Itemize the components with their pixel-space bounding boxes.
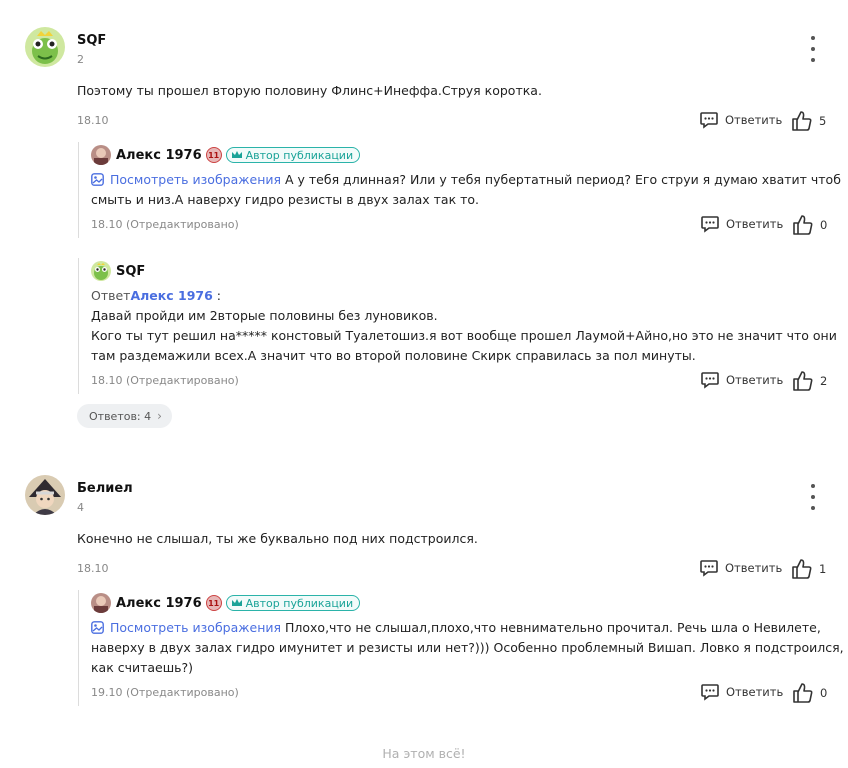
frog-avatar[interactable] xyxy=(91,261,111,281)
like-button[interactable]: 5 xyxy=(791,110,826,132)
show-replies-button[interactable]: Ответов: 4 › xyxy=(77,404,172,428)
reply-text-line: Кого ты тут решил на***** констовый Туал… xyxy=(91,328,837,343)
user-level: 2 xyxy=(77,53,84,66)
like-icon xyxy=(793,371,813,391)
author-badge: Автор публикации xyxy=(225,595,361,611)
reply-text-line: Плохо,что не слышал,плохо,что невнимател… xyxy=(281,620,821,635)
like-count: 1 xyxy=(819,562,827,576)
reply-text-line: наверху в двух залах гидро имунитет и ре… xyxy=(91,640,844,655)
reply-thread: Алекс 1976 11 Автор публикации Посмотрет… xyxy=(78,590,844,706)
reply-label: Ответить xyxy=(726,373,784,387)
reply-label: Ответить xyxy=(726,217,784,231)
like-button[interactable]: 0 xyxy=(792,682,827,704)
reply-date: 19.10 (Отредактировано) xyxy=(91,686,239,699)
comment-author[interactable]: SQF xyxy=(77,33,106,48)
reply-text: ОтветАлекс 1976 : Давай пройди им 2вторы… xyxy=(91,286,837,366)
comment-author[interactable]: Белиел xyxy=(77,481,133,496)
image-icon xyxy=(91,173,104,186)
comment-icon xyxy=(701,216,719,233)
like-icon xyxy=(792,559,812,579)
reply-author[interactable]: Алекс 1976 xyxy=(116,148,202,163)
like-button[interactable]: 1 xyxy=(791,558,826,580)
reply-button[interactable]: Ответить xyxy=(699,110,782,130)
like-icon xyxy=(793,215,813,235)
kebab-icon[interactable] xyxy=(806,484,820,510)
reply-label: Ответить xyxy=(726,685,784,699)
reply-text: Посмотреть изображения Плохо,что не слыш… xyxy=(91,618,844,678)
like-button[interactable]: 2 xyxy=(792,370,827,392)
reply-thread: Алекс 1976 11 Автор публикации Посмотрет… xyxy=(78,142,841,238)
reply-date: 18.10 (Отредактировано) xyxy=(91,374,239,387)
reply-date: 18.10 (Отредактировано) xyxy=(91,218,239,231)
like-count: 0 xyxy=(820,686,828,700)
frog-avatar[interactable] xyxy=(25,27,65,67)
like-count: 0 xyxy=(820,218,828,232)
comment-text: Поэтому ты прошел вторую половину Флинс+… xyxy=(77,83,542,98)
author-badge: Автор публикации xyxy=(225,147,361,163)
reply-text-line: там раздемажили всех.А значит что во вто… xyxy=(91,348,696,363)
image-icon xyxy=(91,621,104,634)
view-images-link[interactable]: Посмотреть изображения xyxy=(110,172,281,187)
kebab-icon[interactable] xyxy=(806,36,820,62)
level-badge: 11 xyxy=(205,147,222,163)
comment-icon xyxy=(701,684,719,701)
reply-text-line: как считаешь?) xyxy=(91,660,194,675)
like-count: 5 xyxy=(819,114,827,128)
reply-text-line: смыть и низ.А наверху гидро резисты в дв… xyxy=(91,192,480,207)
replies-count-label: Ответов: 4 xyxy=(89,409,152,423)
crown-icon xyxy=(231,599,242,606)
answer-suffix: : xyxy=(212,288,221,303)
comment-icon xyxy=(701,372,719,389)
like-button[interactable]: 0 xyxy=(792,214,827,236)
character-avatar[interactable] xyxy=(25,475,65,515)
author-badge-label: Автор публикации xyxy=(245,148,354,162)
reply-text-line: А у тебя длинная? Или у тебя пубертатный… xyxy=(281,172,841,187)
comment-date: 18.10 xyxy=(77,562,109,575)
author-badge-label: Автор публикации xyxy=(245,596,354,610)
chevron-right-icon: › xyxy=(157,409,162,423)
reply-author[interactable]: SQF xyxy=(116,264,145,279)
reply-text-line: Давай пройди им 2вторые половины без лун… xyxy=(91,308,438,323)
like-icon xyxy=(793,683,813,703)
level-badge: 11 xyxy=(205,595,222,611)
reply-label: Ответить xyxy=(725,561,783,575)
crown-icon xyxy=(231,151,242,158)
like-icon xyxy=(792,111,812,131)
comment-icon xyxy=(700,112,718,129)
like-count: 2 xyxy=(820,374,828,388)
reply-label: Ответить xyxy=(725,113,783,127)
answer-prefix: Ответ xyxy=(91,288,131,303)
reply-button[interactable]: Ответить xyxy=(700,214,783,234)
comment-date: 18.10 xyxy=(77,114,109,127)
end-of-list-text: На этом всё! xyxy=(382,746,466,761)
comment-icon xyxy=(700,560,718,577)
reply-button[interactable]: Ответить xyxy=(699,558,782,578)
comment-text: Конечно не слышал, ты же буквально под н… xyxy=(77,531,478,546)
view-images-link[interactable]: Посмотреть изображения xyxy=(110,620,281,635)
answer-to-link[interactable]: Алекс 1976 xyxy=(130,288,212,303)
reply-text: Посмотреть изображения А у тебя длинная?… xyxy=(91,170,841,210)
reply-thread: SQF ОтветАлекс 1976 : Давай пройди им 2в… xyxy=(78,258,838,394)
user-avatar[interactable] xyxy=(91,145,111,165)
reply-button[interactable]: Ответить xyxy=(700,682,783,702)
user-level: 4 xyxy=(77,501,84,514)
reply-author[interactable]: Алекс 1976 xyxy=(116,596,202,611)
user-avatar[interactable] xyxy=(91,593,111,613)
reply-button[interactable]: Ответить xyxy=(700,370,783,390)
